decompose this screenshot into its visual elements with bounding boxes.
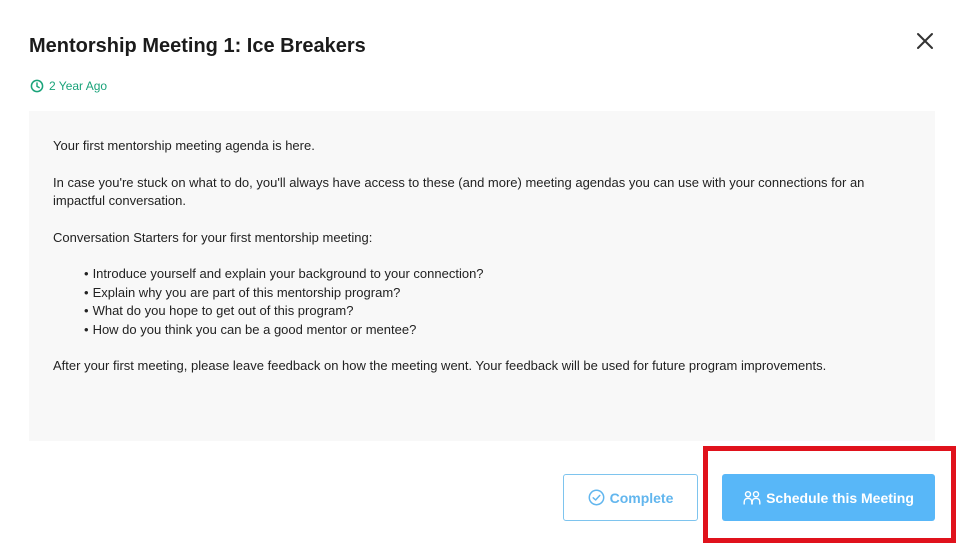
agenda-intro: Your first mentorship meeting agenda is … bbox=[53, 138, 315, 153]
meeting-modal: Mentorship Meeting 1: Ice Breakers 2 Yea… bbox=[0, 0, 964, 550]
close-button[interactable] bbox=[914, 30, 936, 52]
timestamp-label: 2 Year Ago bbox=[49, 79, 108, 93]
timestamp-row: 2 Year Ago bbox=[30, 79, 107, 93]
agenda-closing: After your first meeting, please leave f… bbox=[53, 358, 827, 373]
complete-button[interactable]: Complete bbox=[563, 474, 698, 521]
people-icon bbox=[743, 490, 761, 504]
list-item: What do you hope to get out of this prog… bbox=[84, 302, 911, 321]
starters-heading: Conversation Starters for your first men… bbox=[53, 230, 373, 245]
list-item: How do you think you can be a good mento… bbox=[84, 321, 911, 340]
agenda-panel: Your first mentorship meeting agenda is … bbox=[29, 111, 935, 441]
complete-button-label: Complete bbox=[609, 489, 674, 506]
schedule-button-label: Schedule this Meeting bbox=[766, 489, 914, 506]
list-item: Introduce yourself and explain your back… bbox=[84, 265, 911, 284]
agenda-paragraph: In case you're stuck on what to do, you'… bbox=[53, 175, 865, 208]
clock-icon bbox=[30, 79, 44, 93]
check-circle-icon bbox=[588, 489, 605, 506]
list-item: Explain why you are part of this mentors… bbox=[84, 284, 911, 303]
starters-list: Introduce yourself and explain your back… bbox=[53, 265, 911, 339]
schedule-meeting-button[interactable]: Schedule this Meeting bbox=[722, 474, 935, 521]
page-title: Mentorship Meeting 1: Ice Breakers bbox=[29, 35, 366, 57]
close-icon bbox=[917, 33, 933, 49]
